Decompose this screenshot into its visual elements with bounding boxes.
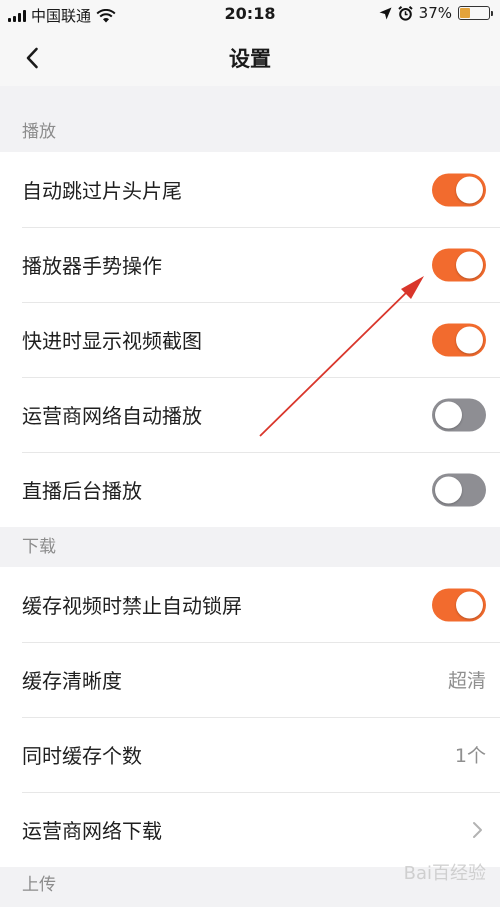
setting-row-live-background[interactable]: 直播后台播放: [0, 452, 500, 527]
battery-icon: [458, 6, 493, 20]
alarm-icon: [397, 5, 413, 21]
setting-label: 运营商网络下载: [22, 819, 162, 843]
chevron-right-icon: [473, 821, 482, 838]
location-icon: [379, 7, 392, 19]
skip-intro-toggle[interactable]: [432, 173, 486, 206]
setting-label: 缓存视频时禁止自动锁屏: [22, 594, 242, 618]
live-background-toggle[interactable]: [432, 473, 486, 506]
gesture-toggle[interactable]: [432, 248, 486, 281]
section-header-download: 下载: [0, 527, 500, 567]
setting-label: 自动跳过片头片尾: [22, 179, 182, 203]
setting-label: 直播后台播放: [22, 479, 142, 503]
concurrent-cache-value: 1个: [454, 745, 486, 767]
cache-quality-value: 超清: [447, 670, 486, 692]
setting-row-skip-intro[interactable]: 自动跳过片头片尾: [0, 152, 500, 227]
watermark-logo: Bai百经验: [403, 863, 486, 884]
section-header-playback: 播放: [0, 104, 500, 152]
status-right: 37%: [379, 4, 493, 22]
setting-label: 缓存清晰度: [22, 669, 122, 693]
battery-percent: 37%: [418, 4, 452, 22]
setting-row-cellular-download[interactable]: 运营商网络下载: [0, 792, 500, 867]
download-settings-group: 缓存视频时禁止自动锁屏 缓存清晰度 超清 同时缓存个数 1个 运营商网络下载: [0, 567, 500, 867]
setting-label: 运营商网络自动播放: [22, 404, 202, 428]
seek-preview-toggle[interactable]: [432, 323, 486, 356]
nav-bar: 设置: [0, 30, 500, 86]
setting-row-seek-preview[interactable]: 快进时显示视频截图: [0, 302, 500, 377]
setting-row-cache-quality[interactable]: 缓存清晰度 超清: [0, 642, 500, 717]
status-bar: 中国联通 20:18 37%: [0, 0, 500, 30]
playback-settings-group: 自动跳过片头片尾 播放器手势操作 快进时显示视频截图 运营商网络自动播放 直播后…: [0, 152, 500, 527]
setting-label: 快进时显示视频截图: [22, 329, 202, 353]
setting-row-prevent-lock[interactable]: 缓存视频时禁止自动锁屏: [0, 567, 500, 642]
setting-row-concurrent-cache[interactable]: 同时缓存个数 1个: [0, 717, 500, 792]
page-title: 设置: [229, 47, 271, 71]
prevent-lock-toggle[interactable]: [432, 588, 486, 621]
setting-label: 同时缓存个数: [22, 744, 142, 768]
cellular-autoplay-toggle[interactable]: [432, 398, 486, 431]
battery-level: [460, 8, 470, 18]
setting-label: 播放器手势操作: [22, 254, 162, 278]
setting-row-cellular-autoplay[interactable]: 运营商网络自动播放: [0, 377, 500, 452]
setting-row-gesture[interactable]: 播放器手势操作: [0, 227, 500, 302]
